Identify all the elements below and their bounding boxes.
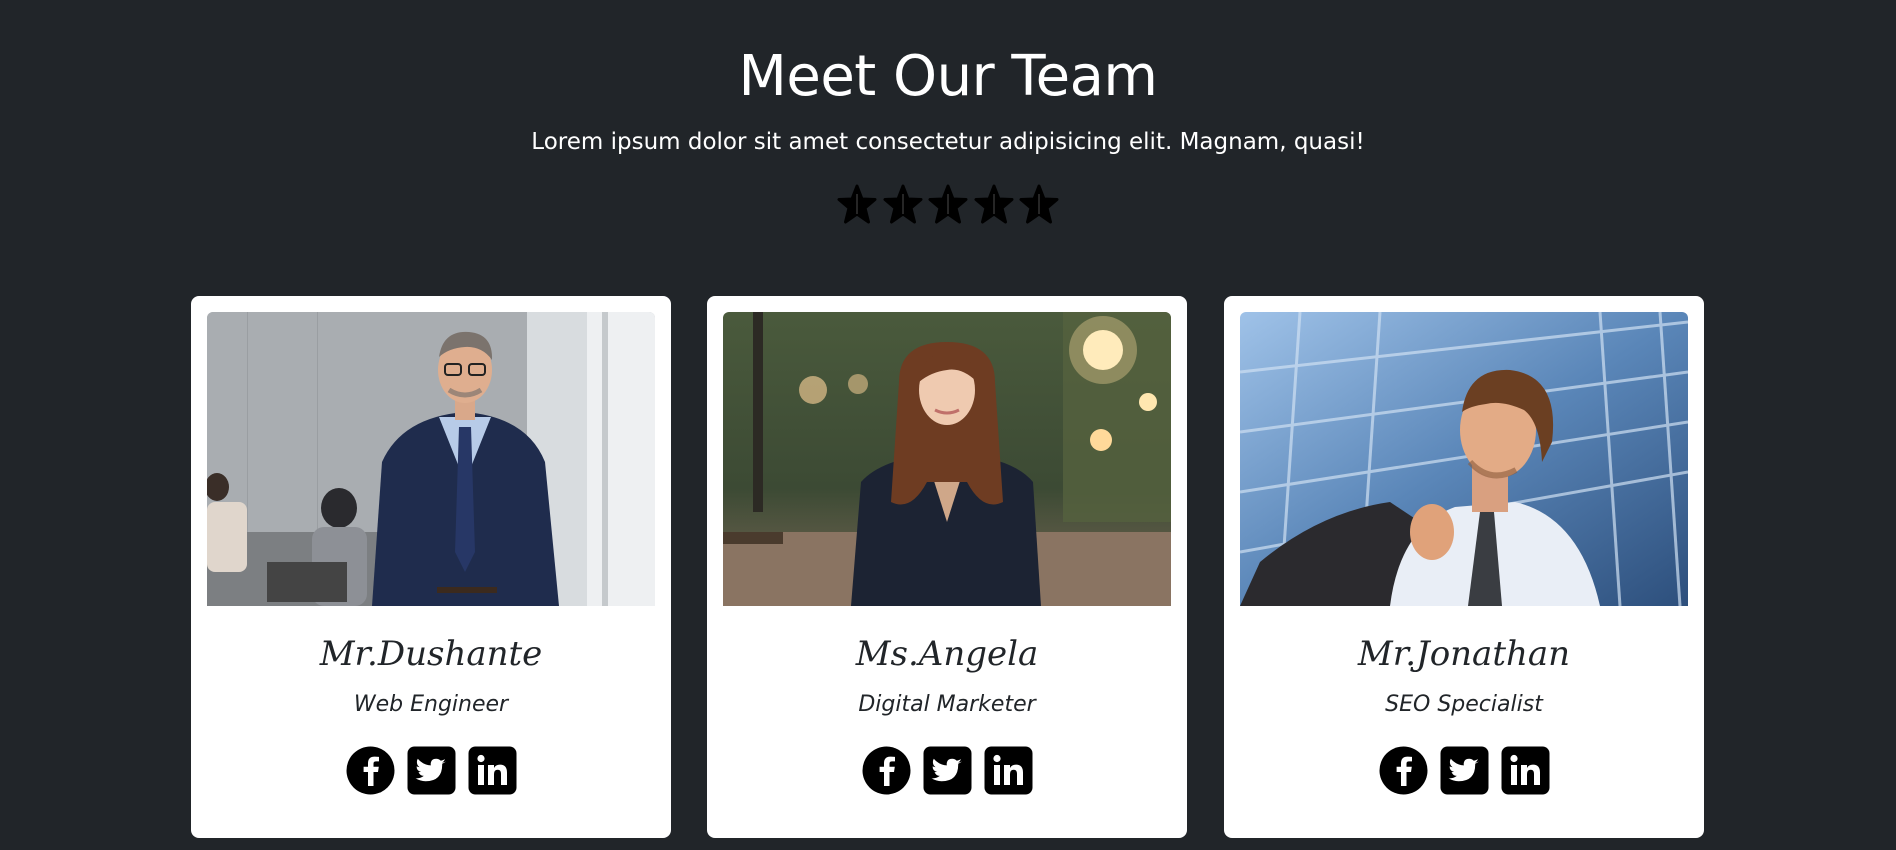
team-card-dushante: Mr.Dushante Web Engineer <box>191 296 671 838</box>
twitter-icon[interactable] <box>1440 746 1489 795</box>
social-links <box>1224 746 1704 796</box>
page-title: Meet Our Team <box>738 44 1158 109</box>
man-with-jacket-over-shoulder-photo <box>1240 312 1688 606</box>
social-links <box>707 746 1187 796</box>
star-icon <box>883 184 922 224</box>
man-in-navy-suit-office-photo <box>207 312 655 606</box>
twitter-icon[interactable] <box>923 746 972 795</box>
team-card-angela: Ms.Angela Digital Marketer <box>707 296 1187 838</box>
member-name: Ms.Angela <box>855 634 1039 674</box>
linkedin-icon[interactable] <box>1501 746 1550 795</box>
member-role: Web Engineer <box>353 692 509 717</box>
facebook-icon[interactable] <box>1379 746 1428 795</box>
social-links <box>191 746 671 796</box>
member-name: Mr.Dushante <box>319 634 543 674</box>
star-icon <box>837 184 877 224</box>
star-rating <box>837 183 1059 227</box>
woman-in-blazer-street-photo <box>723 312 1171 606</box>
member-role: Digital Marketer <box>858 692 1036 717</box>
member-name: Mr.Jonathan <box>1357 634 1571 674</box>
star-icon <box>974 184 1013 224</box>
star-icon <box>928 184 968 224</box>
facebook-icon[interactable] <box>346 746 395 795</box>
linkedin-icon[interactable] <box>984 746 1033 795</box>
page-subtitle: Lorem ipsum dolor sit amet consectetur a… <box>531 129 1365 155</box>
member-role: SEO Specialist <box>1385 692 1543 717</box>
facebook-icon[interactable] <box>862 746 911 795</box>
team-cards: Mr.Dushante Web Engineer Ms.Angela Digit… <box>0 296 1896 838</box>
twitter-icon[interactable] <box>407 746 456 795</box>
linkedin-icon[interactable] <box>468 746 517 795</box>
team-card-jonathan: Mr.Jonathan SEO Specialist <box>1224 296 1704 838</box>
star-icon <box>1019 184 1059 224</box>
